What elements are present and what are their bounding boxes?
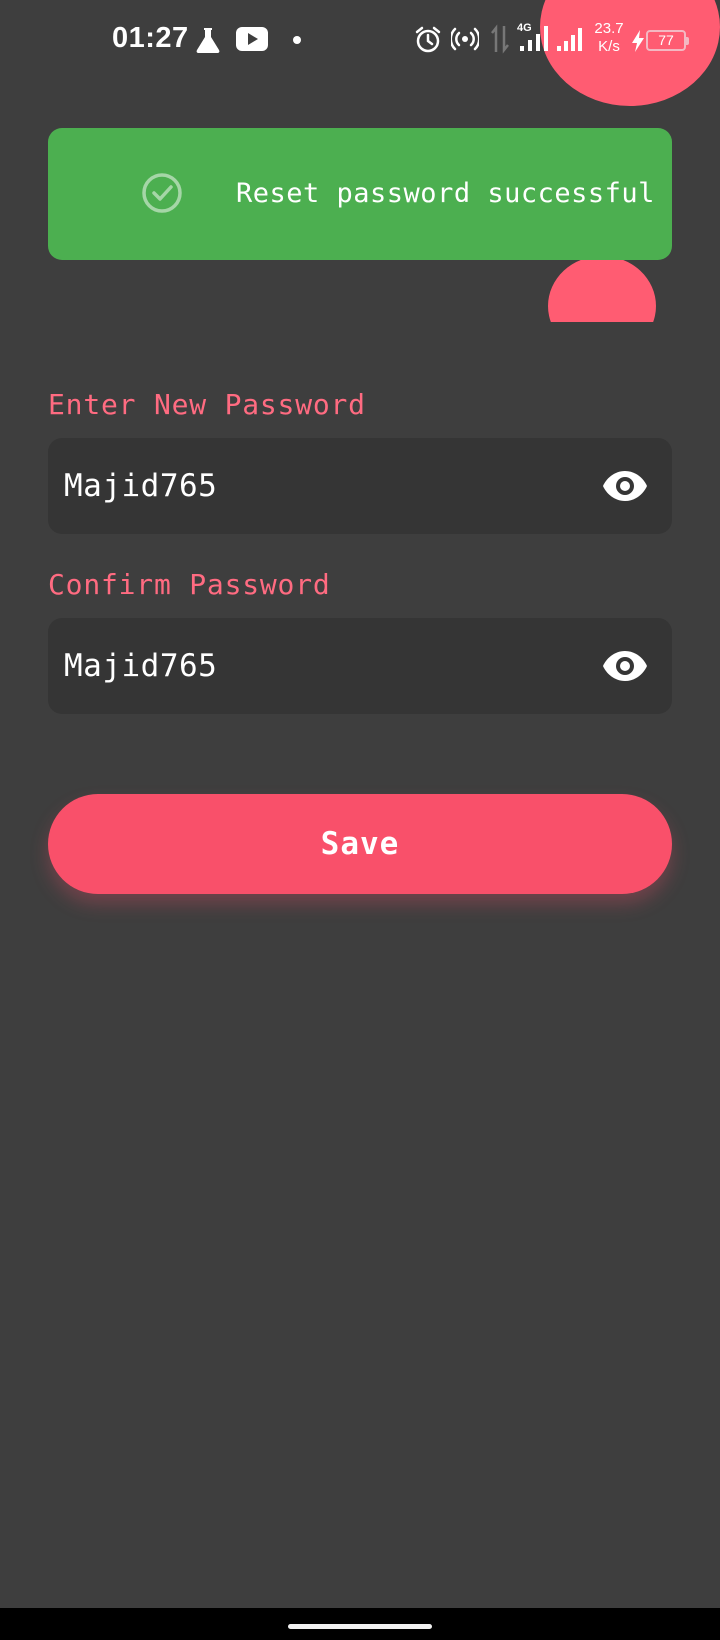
confirm-password-input[interactable]	[64, 646, 584, 686]
battery-icon: 77	[646, 30, 689, 51]
confirm-password-label: Confirm Password	[48, 568, 331, 601]
status-bar: 01:27 4G 23.7 K/s 77	[0, 0, 720, 80]
decorative-circle-middle	[548, 256, 656, 322]
check-circle-icon	[142, 173, 182, 213]
success-toast: Reset password successful	[48, 128, 672, 260]
new-password-label: Enter New Password	[48, 388, 366, 421]
navigation-bar	[0, 1608, 720, 1640]
signal-icon	[557, 28, 582, 51]
signal-icon	[520, 26, 548, 51]
new-password-input[interactable]	[64, 466, 584, 506]
confirm-password-field[interactable]	[48, 618, 672, 714]
flask-icon	[196, 28, 220, 53]
toast-message: Reset password successful	[236, 178, 655, 209]
data-arrows-icon	[491, 24, 509, 54]
network-speed: 23.7 K/s	[594, 20, 624, 55]
youtube-icon	[236, 27, 268, 51]
hotspot-icon	[451, 27, 479, 51]
new-password-field[interactable]	[48, 438, 672, 534]
charging-bolt-icon	[632, 30, 644, 52]
eye-icon[interactable]	[602, 468, 648, 504]
alarm-icon	[415, 26, 441, 53]
dot-icon	[293, 36, 301, 44]
battery-level: 77	[658, 32, 674, 48]
eye-icon[interactable]	[602, 648, 648, 684]
status-time: 01:27	[112, 22, 189, 54]
home-indicator[interactable]	[288, 1624, 432, 1629]
save-button[interactable]: Save	[48, 794, 672, 894]
